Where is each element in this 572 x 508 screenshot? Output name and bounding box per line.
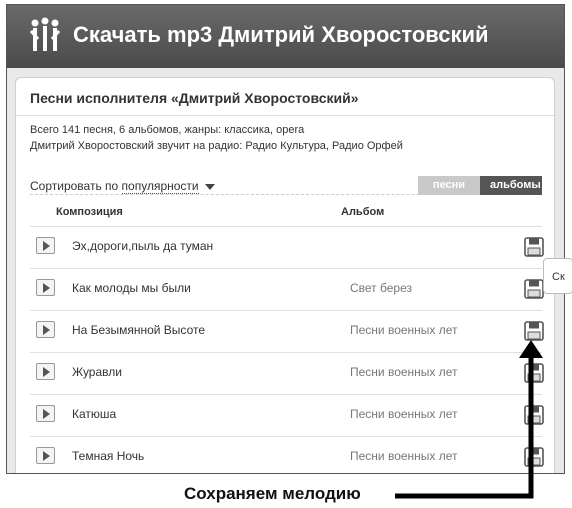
- annotation-caption: Сохраняем мелодию: [184, 484, 361, 503]
- annotation-arrow: [395, 340, 543, 499]
